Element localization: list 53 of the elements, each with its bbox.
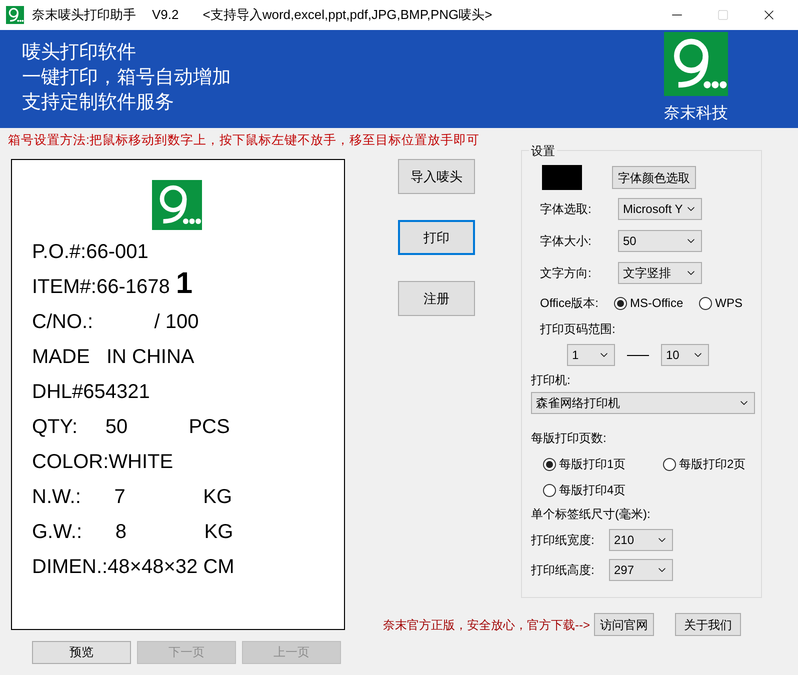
label-line: DHL#654321 (32, 380, 150, 405)
field-label: Office版本: (540, 295, 600, 312)
box-number[interactable]: 1 (176, 266, 193, 302)
dropdown[interactable]: 210 (609, 529, 673, 551)
preview-button[interactable]: 预览 (32, 640, 131, 664)
banner-text: 唛头打印软件 (22, 41, 137, 65)
label-line: C/NO.: / 100 (32, 310, 199, 335)
label-line: G.W.: 8 KG (32, 520, 234, 545)
label-line: QTY: 50 PCS (32, 414, 230, 440)
field-label: 每版打印页数: (531, 430, 608, 447)
dropdown[interactable]: 297 (609, 559, 673, 581)
window-title: 奈末唛头打印助手 (32, 6, 136, 24)
field-label: 打印机: (531, 372, 572, 389)
dropdown[interactable]: 10 (661, 344, 709, 366)
label-line: N.W.: 7 KG (32, 484, 232, 510)
about-button[interactable]: 关于我们 (675, 613, 741, 636)
radio-option[interactable]: WPS (699, 294, 742, 312)
version-text: V9.2 (152, 6, 179, 24)
dropdown[interactable]: 50 (618, 230, 702, 252)
dropdown[interactable]: 文字竖排 (618, 262, 702, 284)
radio-option[interactable]: MS-Office (614, 294, 684, 312)
label-logo (152, 180, 202, 230)
banner-text: 支持定制软件服务 (22, 91, 175, 115)
action-button[interactable]: 导入唛头 (398, 158, 475, 194)
label-line: DIMEN.:48×48×32 CM (32, 554, 234, 580)
field-label: 打印纸高度: (531, 562, 596, 579)
footer-text: 奈末官方正版，安全放心，官方下载--> (383, 616, 590, 634)
label-line: P.O.#:66-001 (32, 240, 148, 265)
company-name: 奈末科技 (664, 104, 728, 124)
radio-option[interactable]: 每版打印2页 (663, 455, 763, 473)
dropdown[interactable]: 1 (567, 344, 615, 366)
action-button[interactable]: 注册 (398, 280, 475, 316)
radio-option[interactable]: 每版打印4页 (543, 481, 663, 499)
field-label: 单个标签纸尺寸(毫米): (531, 506, 652, 523)
label-line: COLOR:WHITE (32, 450, 174, 475)
company-logo (664, 32, 728, 96)
dropdown[interactable]: 森雀网络打印机 (531, 392, 755, 414)
field-label: 文字方向: (540, 265, 592, 282)
label-line: MADE IN CHINA (32, 344, 194, 370)
banner-text: 一键打印，箱号自动增加 (22, 66, 231, 90)
website-button[interactable]: 访问官网 (594, 613, 654, 636)
window-subtitle: <支持导入word,excel,ppt,pdf,JPG,BMP,PNG唛头> (202, 6, 492, 24)
label-line: ITEM#:66-1678 (32, 274, 170, 300)
field-label: 打印页码范围: (539, 321, 616, 338)
hint-text: 箱号设置方法:把鼠标移动到数字上，按下鼠标左键不放手，移至目标位置放手即可 (8, 132, 480, 149)
app-icon (6, 6, 24, 24)
field-label: 字体选取: (540, 201, 592, 218)
color-button[interactable]: 字体颜色选取 (612, 166, 696, 189)
action-button[interactable]: 打印 (398, 220, 475, 255)
dropdown[interactable]: Microsoft Y (618, 198, 702, 220)
radio-option[interactable]: 每版打印1页 (543, 455, 663, 473)
field-label: 字体大小: (540, 233, 592, 250)
field-label: 打印纸宽度: (531, 532, 596, 549)
